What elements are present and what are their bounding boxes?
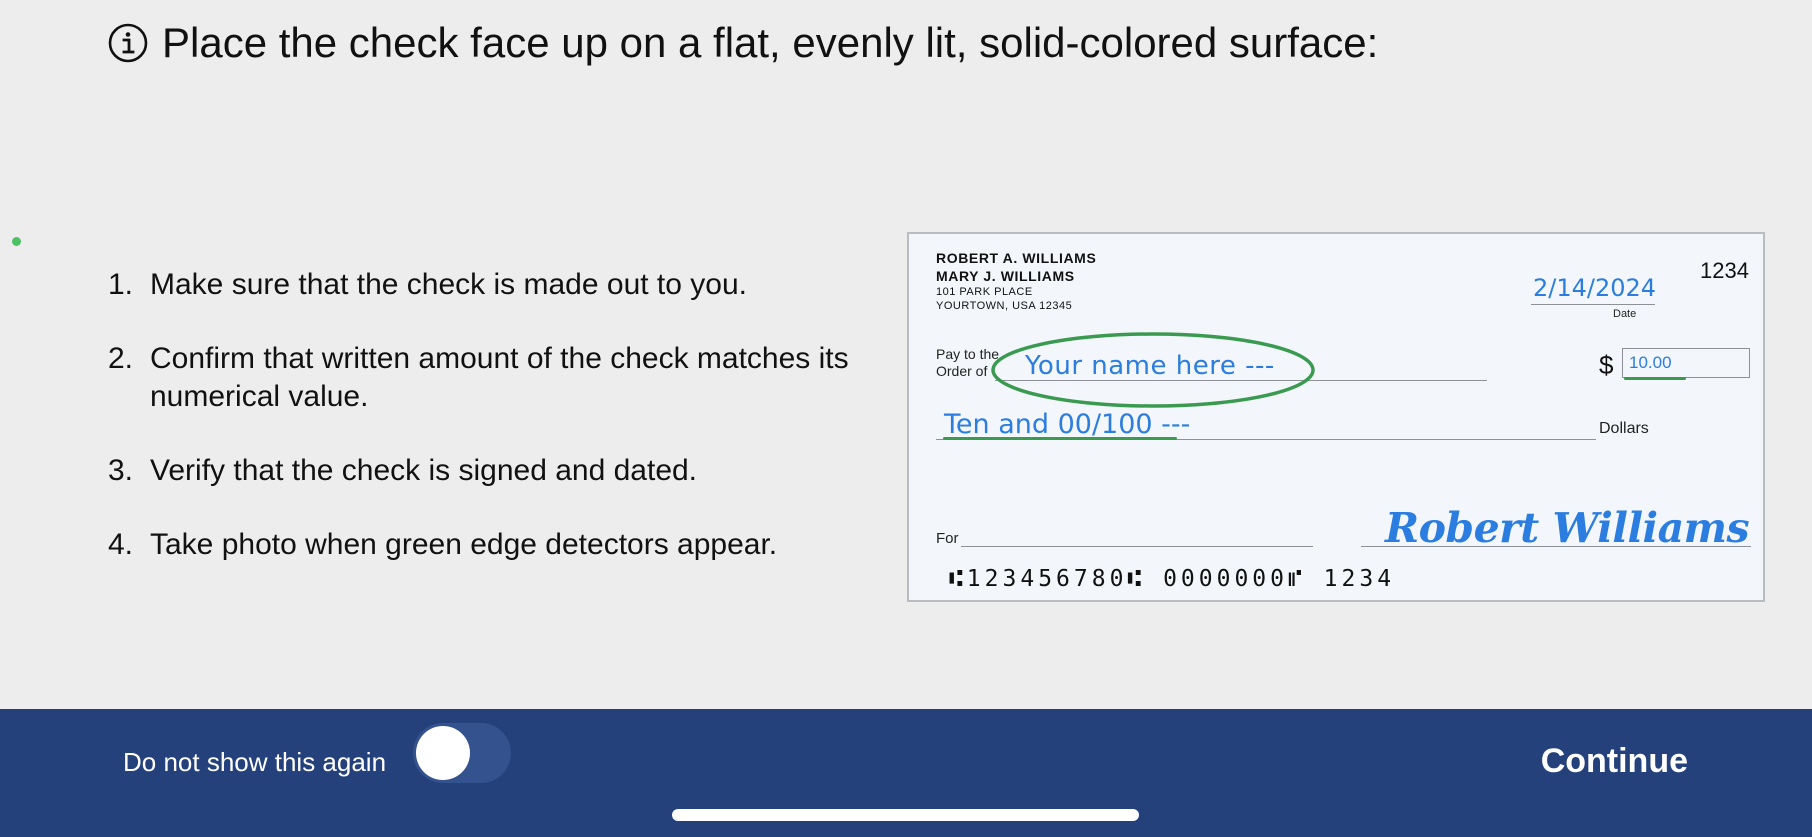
toggle-knob xyxy=(416,726,470,780)
signature: Robert Williams xyxy=(1385,504,1750,552)
list-item: 4. Take photo when green edge detectors … xyxy=(108,526,888,564)
list-item: 1. Make sure that the check is made out … xyxy=(108,266,888,304)
written-amount-highlight xyxy=(943,437,1177,440)
page-title: Place the check face up on a flat, evenl… xyxy=(162,19,1379,66)
step-text: Confirm that written amount of the check… xyxy=(150,342,849,413)
dollars-label: Dollars xyxy=(1599,420,1649,437)
step-number: 2. xyxy=(108,342,134,375)
sample-check-image: ROBERT A. WILLIAMS MARY J. WILLIAMS 101 … xyxy=(907,232,1765,602)
amount-value: 10.00 xyxy=(1629,353,1672,372)
info-circle-icon xyxy=(108,23,148,63)
dont-show-label: Do not show this again xyxy=(123,747,387,777)
written-amount: Ten and 00/100 --- xyxy=(944,409,1191,440)
micr-line: ⑆123456780⑆ 0000000⑈ 1234 xyxy=(949,566,1396,592)
step-number: 4. xyxy=(108,528,134,561)
amount-box: 10.00 xyxy=(1622,348,1750,378)
step-number: 1. xyxy=(108,268,134,301)
list-item: 2. Confirm that written amount of the ch… xyxy=(108,340,888,416)
step-text: Make sure that the check is made out to … xyxy=(150,268,747,301)
bottom-bar: Do not show this again Continue xyxy=(0,709,1812,837)
step-text: Take photo when green edge detectors app… xyxy=(150,528,778,561)
memo-label: For xyxy=(936,530,959,547)
list-item: 3. Verify that the check is signed and d… xyxy=(108,452,888,490)
status-dot xyxy=(12,237,21,246)
amount-highlight xyxy=(1624,377,1686,380)
dollar-sign: $ xyxy=(1599,350,1614,380)
instruction-list: 1. Make sure that the check is made out … xyxy=(108,266,888,600)
continue-button[interactable]: Continue xyxy=(1541,735,1688,787)
step-text: Verify that the check is signed and date… xyxy=(150,454,698,487)
header: Place the check face up on a flat, evenl… xyxy=(108,18,1378,68)
memo-line xyxy=(961,546,1313,547)
dont-show-toggle[interactable] xyxy=(413,723,511,783)
home-indicator xyxy=(672,809,1139,821)
step-number: 3. xyxy=(108,454,134,487)
